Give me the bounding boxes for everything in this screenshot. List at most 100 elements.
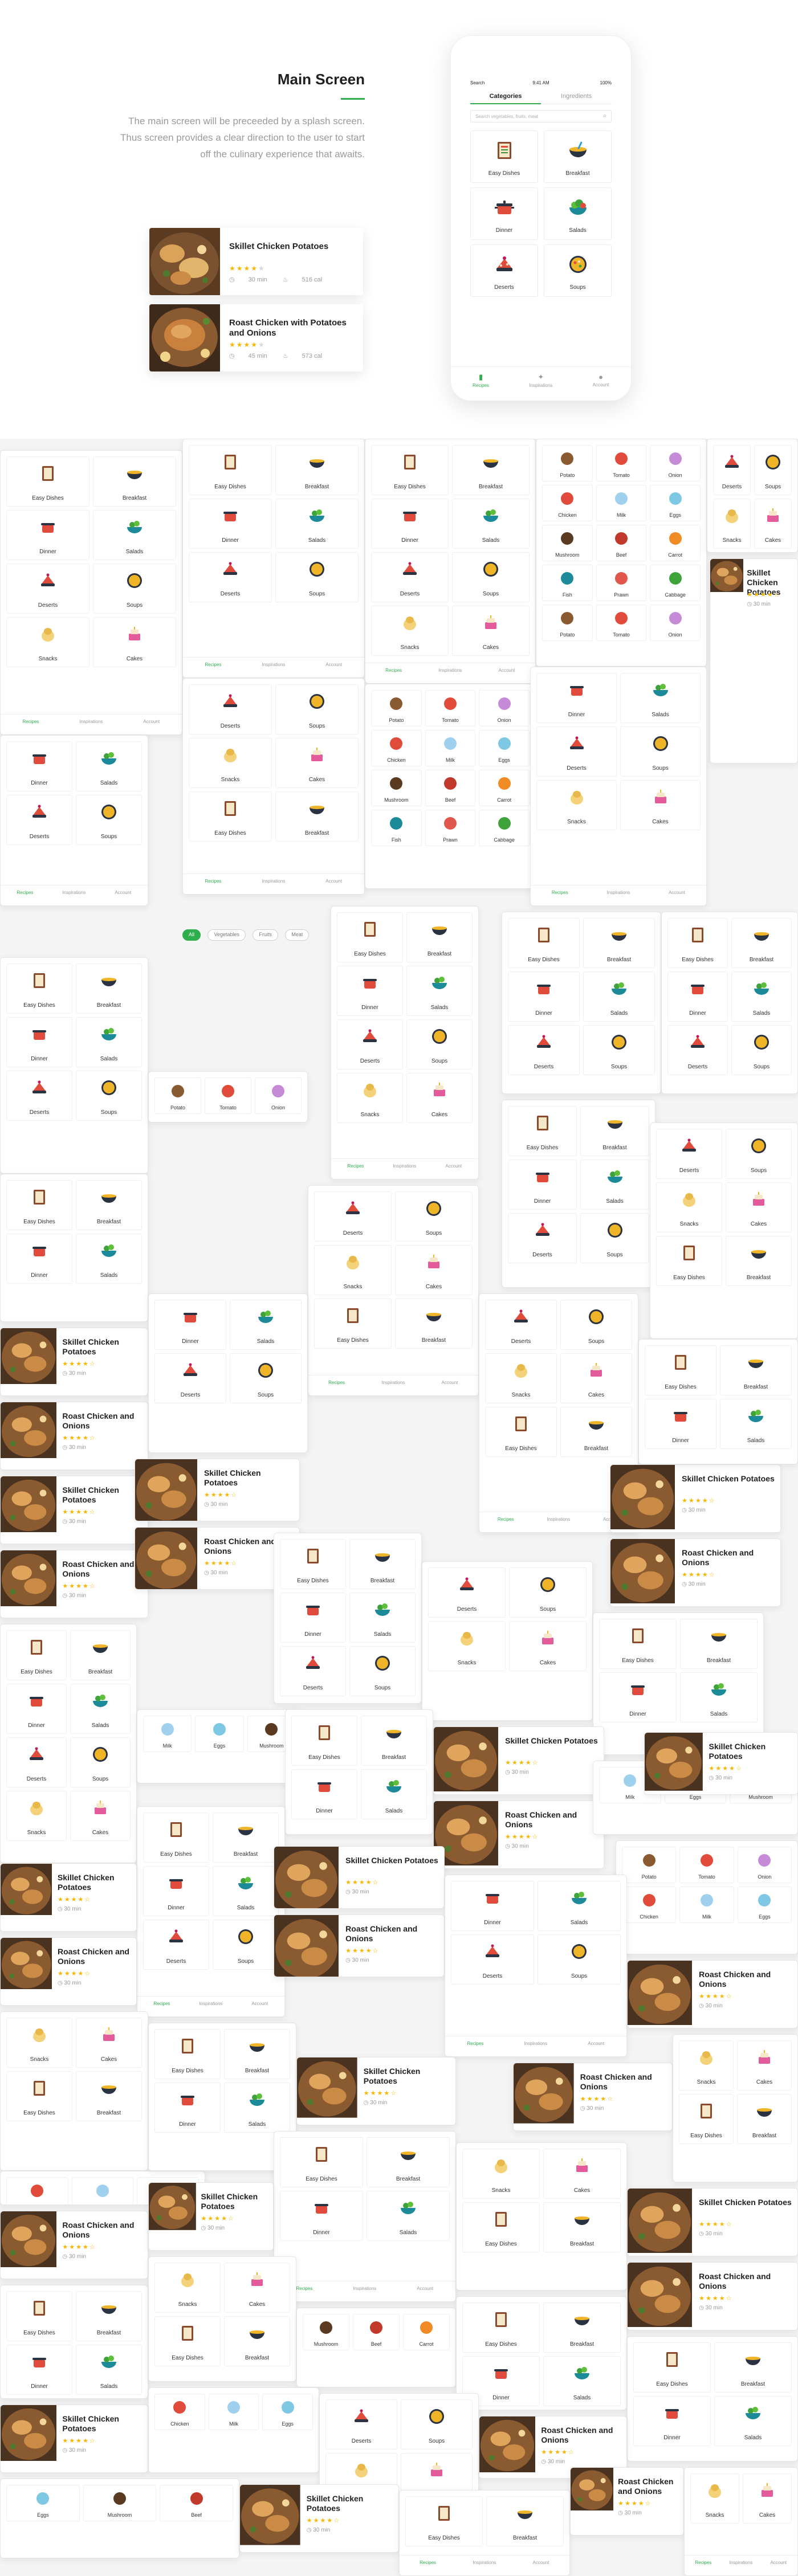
recipe-card-fragment[interactable]: Roast Chicken and Onions ★★★★☆ ◷ 30 min: [570, 2467, 684, 2536]
recipe-card-fragment[interactable]: Roast Chicken and Onions ★★★★☆ ◷ 30 min: [610, 1538, 781, 1607]
category-tile[interactable]: Dinner: [508, 1160, 577, 1210]
nav-recipes[interactable]: Recipes: [685, 2560, 722, 2565]
nav-inspirations[interactable]: Inspirations: [243, 879, 304, 884]
ingredient-tile[interactable]: Potato: [622, 1847, 677, 1883]
recipe-card-fragment[interactable]: Roast Chicken and Onions ★★★★☆ ◷ 30 min: [0, 2211, 148, 2279]
ingredient-tile[interactable]: Chicken: [622, 1887, 677, 1923]
category-tile[interactable]: Snacks: [6, 2018, 72, 2068]
recipe-card-fragment[interactable]: Skillet Chicken Potatoes ★★★★☆ ◷ 30 min: [148, 2182, 274, 2251]
recipe-card[interactable]: Skillet Chicken Potatoes ★★★★★ ◷ 30 min ♨…: [149, 228, 363, 295]
category-tile[interactable]: Easy Dishes: [462, 2303, 540, 2353]
nav-inspirations[interactable]: Inspirations: [589, 890, 648, 895]
category-tile[interactable]: Easy Dishes: [154, 2316, 221, 2366]
ingredient-tile[interactable]: Milk: [208, 2394, 259, 2430]
nav-inspirations[interactable]: Inspirations: [50, 890, 99, 895]
category-tile[interactable]: Snacks: [6, 1791, 67, 1841]
ingredient-tile[interactable]: Milk: [71, 2177, 134, 2204]
tab-ingredients[interactable]: Ingredients: [541, 93, 612, 100]
category-salads[interactable]: Salads: [544, 187, 612, 240]
category-tile[interactable]: Dinner: [143, 1866, 209, 1916]
category-tile[interactable]: Breakfast: [367, 2137, 450, 2187]
ingredient-tile[interactable]: Prawn: [425, 810, 476, 846]
category-tile[interactable]: Easy Dishes: [679, 2094, 734, 2144]
category-tile[interactable]: Easy Dishes: [6, 2071, 72, 2121]
category-tile[interactable]: Breakfast: [395, 1299, 473, 1349]
category-tile[interactable]: Dinner: [599, 1672, 677, 1722]
category-tile[interactable]: Easy Dishes: [143, 1812, 209, 1863]
category-tile[interactable]: Salads: [93, 510, 176, 560]
category-tile[interactable]: Deserts: [371, 552, 449, 602]
category-tile[interactable]: Snacks: [189, 738, 272, 788]
category-tile[interactable]: Dinner: [667, 971, 728, 1022]
category-tile[interactable]: Salads: [213, 1866, 279, 1916]
ingredient-tile[interactable]: Chicken: [6, 2177, 68, 2204]
nav-recipes[interactable]: Recipes: [1, 719, 61, 724]
filter-chip[interactable]: All: [182, 929, 201, 941]
filter-chip[interactable]: Fruits: [253, 929, 278, 941]
category-tile[interactable]: Salads: [76, 1234, 142, 1284]
category-tile[interactable]: Easy Dishes: [645, 1345, 716, 1395]
nav-inspirations[interactable]: Inspirations: [380, 1164, 429, 1169]
category-tile[interactable]: Snacks: [536, 780, 617, 830]
ingredient-tile[interactable]: Cabbage: [479, 810, 530, 846]
nav-inspirations[interactable]: Inspirations: [186, 2001, 235, 2006]
category-tile[interactable]: Soups: [395, 1191, 473, 1242]
category-tile[interactable]: Easy Dishes: [667, 918, 728, 968]
category-tile[interactable]: Salads: [543, 2356, 621, 2406]
nav-account[interactable]: Account: [648, 890, 706, 895]
category-tile[interactable]: Breakfast: [543, 2303, 621, 2353]
category-tile[interactable]: Easy Dishes: [633, 2342, 711, 2393]
recipe-card-fragment[interactable]: Roast Chicken and Onions ★★★★☆ ◷ 30 min: [433, 1801, 604, 1869]
search-input[interactable]: Search vegetables, fruits, meat ⌕: [470, 110, 612, 123]
category-tile[interactable]: Breakfast: [680, 1619, 758, 1669]
category-tile[interactable]: Deserts: [667, 1025, 728, 1075]
recipe-card-fragment[interactable]: Roast Chicken and Onions ★★★★☆ ◷ 30 min: [274, 1914, 445, 1977]
nav-account[interactable]: Account: [304, 879, 364, 884]
recipe-card-fragment[interactable]: Skillet Chicken Potatoes ★★★★☆ ◷ 30 min: [433, 1726, 604, 1795]
ingredient-tile[interactable]: Tomato: [205, 1077, 251, 1114]
nav-inspirations[interactable]: Inspirations: [422, 668, 478, 673]
recipe-card-fragment[interactable]: Roast Chicken and Onions ★★★★☆ ◷ 30 min: [627, 1960, 798, 2028]
ingredient-tile[interactable]: Mushroom: [303, 2314, 349, 2350]
category-tile[interactable]: Soups: [731, 1025, 792, 1075]
category-tile[interactable]: Easy Dishes: [371, 445, 449, 495]
recipe-card-fragment[interactable]: Roast Chicken and Onions ★★★★☆ ◷ 30 min: [0, 1550, 148, 1618]
nav-recipes[interactable]: Recipes: [365, 668, 422, 673]
category-tile[interactable]: Dinner: [6, 2345, 72, 2395]
category-tile[interactable]: Cakes: [560, 1353, 632, 1403]
category-tile[interactable]: Snacks: [314, 1245, 392, 1295]
category-tile[interactable]: Breakfast: [224, 2029, 290, 2079]
category-tile[interactable]: Salads: [275, 499, 359, 549]
category-tile[interactable]: Deserts: [713, 445, 751, 495]
category-tile[interactable]: Breakfast: [76, 2291, 142, 2341]
category-tile[interactable]: Easy Dishes: [405, 2496, 483, 2546]
category-tile[interactable]: Easy Dishes: [154, 2029, 221, 2079]
category-tile[interactable]: Cakes: [620, 780, 701, 830]
category-tile[interactable]: Breakfast: [76, 2071, 142, 2121]
nav-recipes[interactable]: Recipes: [183, 879, 243, 884]
category-tile[interactable]: Snacks: [371, 606, 449, 656]
category-tile[interactable]: Deserts: [428, 1567, 506, 1618]
category-tile[interactable]: Easy Dishes: [337, 912, 403, 962]
category-tile[interactable]: Dinner: [645, 1399, 716, 1449]
ingredient-tile[interactable]: Mushroom: [542, 525, 593, 561]
recipe-card-fragment[interactable]: Skillet Chicken Potatoes ★★★★☆ ◷ 30 min: [135, 1459, 300, 1521]
category-tile[interactable]: Salads: [583, 971, 655, 1022]
ingredient-tile[interactable]: Chicken: [154, 2394, 205, 2430]
category-tile[interactable]: Easy Dishes: [6, 1630, 67, 1680]
category-tile[interactable]: Dinner: [280, 1593, 346, 1643]
category-tile[interactable]: Breakfast: [76, 1180, 142, 1230]
category-tile[interactable]: Deserts: [337, 1019, 403, 1069]
category-tile[interactable]: Salads: [70, 1684, 131, 1734]
nav-account[interactable]: Account: [760, 2560, 797, 2565]
category-tile[interactable]: Snacks: [337, 1073, 403, 1123]
category-tile[interactable]: Soups: [583, 1025, 655, 1075]
category-tile[interactable]: Salads: [620, 673, 701, 723]
category-tile[interactable]: Easy Dishes: [508, 918, 580, 968]
category-tile[interactable]: Dinner: [536, 673, 617, 723]
category-tile[interactable]: Breakfast: [560, 1407, 632, 1457]
category-tile[interactable]: Easy Dishes: [485, 1407, 557, 1457]
category-tile[interactable]: Cakes: [754, 499, 792, 549]
nav-recipes[interactable]: Recipes: [308, 1380, 365, 1385]
category-tile[interactable]: Cakes: [224, 2263, 290, 2313]
